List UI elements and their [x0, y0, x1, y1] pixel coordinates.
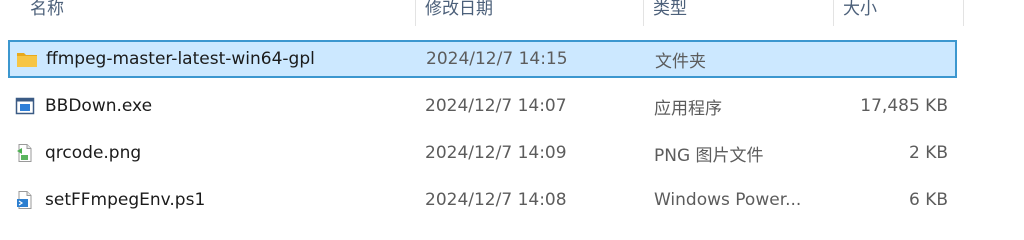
- column-divider[interactable]: [963, 0, 964, 26]
- file-name: BBDown.exe: [45, 96, 153, 116]
- column-header-bar: 名称 修改日期 类型 大小: [0, 0, 965, 26]
- file-row-qrcode-png[interactable]: qrcode.png 2024/12/7 14:09 PNG 图片文件 2 KB: [8, 134, 957, 172]
- file-row-ffmpeg-folder[interactable]: ffmpeg-master-latest-win64-gpl 2024/12/7…: [8, 40, 957, 78]
- file-name: ffmpeg-master-latest-win64-gpl: [46, 49, 315, 69]
- file-name: qrcode.png: [45, 143, 142, 163]
- file-type: Windows Power...: [654, 190, 802, 210]
- file-row-bbdown-exe[interactable]: BBDown.exe 2024/12/7 14:07 应用程序 17,485 K…: [8, 87, 957, 125]
- file-date: 2024/12/7 14:15: [426, 49, 568, 69]
- exe-icon: [15, 96, 35, 116]
- png-file-icon: [15, 143, 35, 163]
- file-date: 2024/12/7 14:09: [425, 143, 567, 163]
- folder-icon: [16, 49, 37, 69]
- file-size: 17,485 KB: [860, 96, 948, 116]
- file-size: 6 KB: [908, 190, 948, 210]
- file-type: PNG 图片文件: [654, 145, 764, 166]
- column-header-name[interactable]: 名称: [0, 0, 415, 26]
- column-header-type[interactable]: 类型: [643, 0, 833, 26]
- file-name: setFFmpegEnv.ps1: [45, 190, 206, 210]
- column-header-date[interactable]: 修改日期: [415, 0, 643, 26]
- file-type: 应用程序: [654, 98, 722, 119]
- file-row-setffmpegenv-ps1[interactable]: setFFmpegEnv.ps1 2024/12/7 14:08 Windows…: [8, 181, 957, 219]
- file-date: 2024/12/7 14:07: [425, 96, 567, 116]
- powershell-file-icon: [15, 190, 35, 210]
- file-date: 2024/12/7 14:08: [425, 190, 567, 210]
- column-header-size[interactable]: 大小: [833, 0, 963, 26]
- file-size: 2 KB: [908, 143, 948, 163]
- file-type: 文件夹: [655, 51, 706, 72]
